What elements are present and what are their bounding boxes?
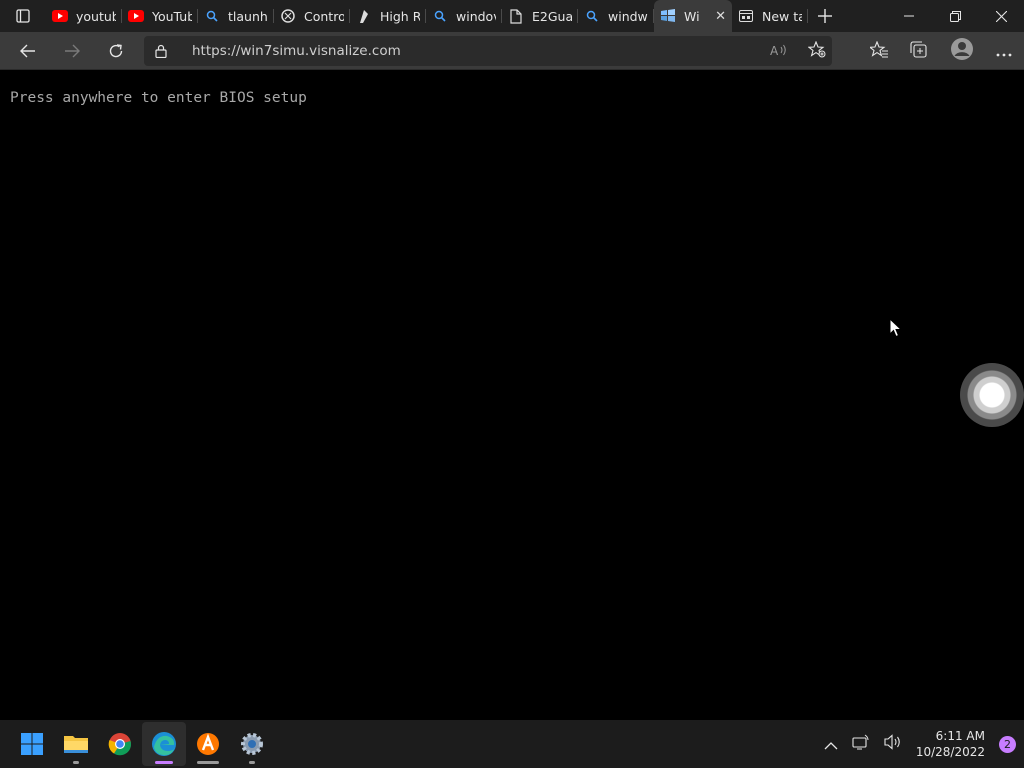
back-button[interactable] bbox=[6, 32, 50, 70]
tab-high-r[interactable]: High R bbox=[350, 0, 426, 32]
system-tray: 6:11 AM 10/28/2022 2 bbox=[824, 728, 1024, 760]
read-aloud-icon[interactable]: A bbox=[770, 42, 788, 61]
search-icon bbox=[584, 8, 600, 24]
clock-time: 6:11 AM bbox=[935, 729, 985, 743]
tab-label: Wi bbox=[684, 8, 700, 24]
running-indicator bbox=[73, 761, 79, 764]
more-menu-icon[interactable] bbox=[996, 42, 1012, 61]
taskbar-chrome[interactable] bbox=[98, 722, 142, 766]
tab-youtube-2[interactable]: YouTub bbox=[122, 0, 198, 32]
tab-label: High R bbox=[380, 8, 420, 24]
forward-arrow-icon bbox=[65, 44, 80, 57]
edge-icon bbox=[152, 732, 176, 756]
favorites-icon[interactable] bbox=[868, 40, 888, 62]
avast-icon bbox=[197, 733, 219, 755]
tab-new-tab[interactable]: New ta bbox=[732, 0, 808, 32]
window-controls bbox=[886, 0, 1024, 32]
file-explorer-icon bbox=[64, 736, 88, 753]
notification-badge[interactable]: 2 bbox=[999, 735, 1016, 753]
tab-youtube-1[interactable]: youtub bbox=[46, 0, 122, 32]
clock-date: 10/28/2022 bbox=[915, 745, 985, 759]
running-indicator bbox=[197, 761, 219, 764]
tab-label: windov bbox=[456, 8, 496, 24]
forward-button[interactable] bbox=[50, 32, 94, 70]
youtube-icon bbox=[52, 8, 68, 24]
tab-e2guar[interactable]: E2Guar bbox=[502, 0, 578, 32]
start-button[interactable] bbox=[10, 722, 54, 766]
svg-text:A: A bbox=[770, 44, 779, 57]
add-favorite-icon[interactable] bbox=[807, 40, 826, 62]
control-panel-icon bbox=[280, 8, 296, 24]
network-icon[interactable] bbox=[852, 734, 870, 754]
toolbar-right-tools bbox=[868, 32, 1012, 70]
start-icon bbox=[21, 733, 43, 755]
tab-label: E2Guar bbox=[532, 8, 572, 24]
volume-icon[interactable] bbox=[884, 734, 902, 754]
tab-label: windws bbox=[608, 8, 648, 24]
collections-icon[interactable] bbox=[910, 40, 928, 62]
tab-search-windws[interactable]: windws bbox=[578, 0, 654, 32]
tab-label: New ta bbox=[762, 8, 802, 24]
new-tab-button[interactable] bbox=[808, 0, 842, 32]
taskbar-file-explorer[interactable] bbox=[54, 722, 98, 766]
chrome-icon bbox=[108, 733, 132, 756]
lock-icon[interactable] bbox=[144, 44, 178, 58]
tab-label: YouTub bbox=[152, 8, 192, 24]
bios-prompt-text: Press anywhere to enter BIOS setup bbox=[10, 90, 307, 106]
close-tab-icon[interactable]: ✕ bbox=[715, 9, 726, 24]
page-icon bbox=[356, 8, 372, 24]
address-bar[interactable]: https://win7simu.visnalize.com A bbox=[144, 36, 832, 66]
youtube-icon bbox=[128, 8, 144, 24]
refresh-icon bbox=[109, 43, 123, 57]
tab-win7simu-active[interactable]: Wi ✕ bbox=[654, 0, 732, 32]
active-indicator bbox=[155, 761, 173, 764]
assistive-touch-button[interactable] bbox=[960, 363, 1024, 427]
settings-icon bbox=[241, 733, 263, 755]
search-icon bbox=[432, 8, 448, 24]
close-window-icon[interactable] bbox=[978, 0, 1024, 32]
tab-label: youtub bbox=[76, 8, 116, 24]
new-tab-icon bbox=[738, 8, 754, 24]
tab-label: tlaunhe bbox=[228, 8, 268, 24]
profile-avatar-icon[interactable] bbox=[950, 37, 974, 65]
taskbar-settings[interactable] bbox=[230, 722, 274, 766]
clock[interactable]: 6:11 AM 10/28/2022 bbox=[916, 728, 985, 760]
chevron-up-icon[interactable] bbox=[824, 735, 838, 754]
tab-bar: youtub YouTub tlaunhe Control High R win… bbox=[0, 0, 1024, 32]
restore-icon[interactable] bbox=[932, 0, 978, 32]
document-icon bbox=[508, 8, 524, 24]
mouse-cursor-icon bbox=[889, 318, 903, 338]
tab-search-tlaunhe[interactable]: tlaunhe bbox=[198, 0, 274, 32]
minimize-icon[interactable] bbox=[886, 0, 932, 32]
taskbar-edge[interactable] bbox=[142, 722, 186, 766]
tab-label: Control bbox=[304, 8, 344, 24]
bios-page-canvas[interactable]: Press anywhere to enter BIOS setup bbox=[0, 70, 1024, 720]
tab-search-windov[interactable]: windov bbox=[426, 0, 502, 32]
taskbar-avast[interactable] bbox=[186, 722, 230, 766]
windows-taskbar: 6:11 AM 10/28/2022 2 bbox=[0, 720, 1024, 768]
tab-control[interactable]: Control bbox=[274, 0, 350, 32]
back-arrow-icon bbox=[20, 44, 35, 57]
windows-icon bbox=[660, 8, 676, 24]
url-text[interactable]: https://win7simu.visnalize.com bbox=[192, 43, 401, 59]
search-icon bbox=[204, 8, 220, 24]
tab-actions-icon[interactable] bbox=[0, 0, 46, 32]
refresh-button[interactable] bbox=[94, 32, 138, 70]
running-indicator bbox=[249, 761, 255, 764]
